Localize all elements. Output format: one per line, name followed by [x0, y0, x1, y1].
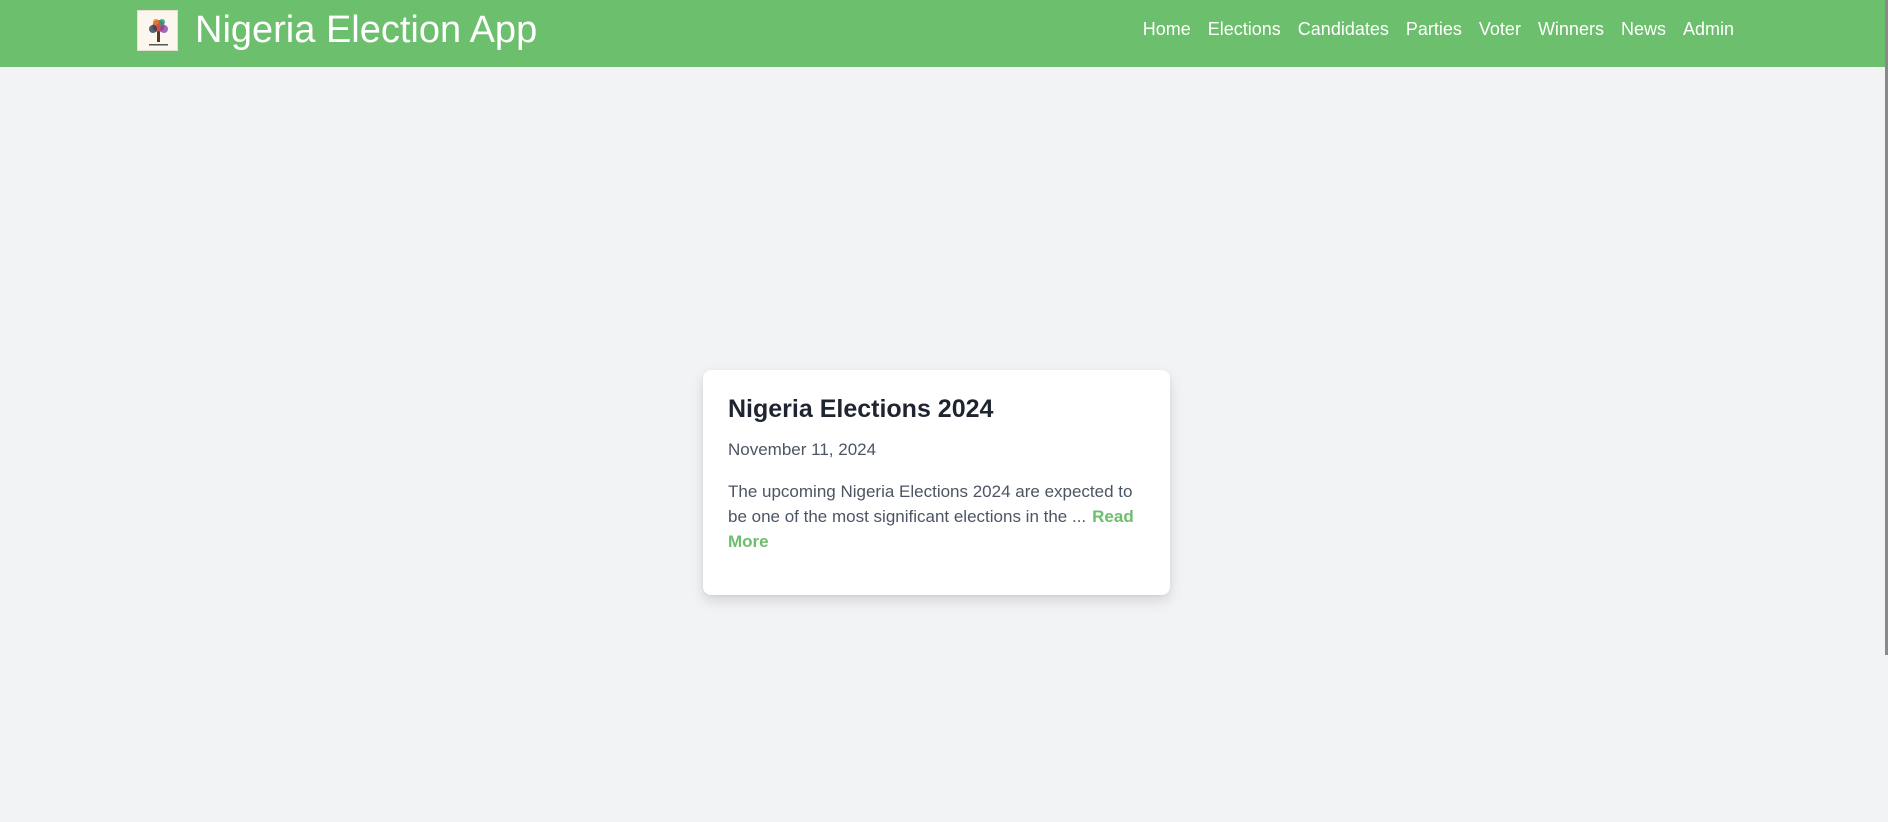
news-excerpt-text: The upcoming Nigeria Elections 2024 are …	[728, 482, 1133, 526]
top-navbar: Nigeria Election App Home Elections Cand…	[0, 0, 1885, 67]
main-nav: Home Elections Candidates Parties Voter …	[1126, 18, 1734, 40]
news-date: November 11, 2024	[728, 440, 877, 459]
nav-candidates[interactable]: Candidates	[1298, 18, 1389, 40]
news-excerpt: The upcoming Nigeria Elections 2024 are …	[728, 479, 1138, 554]
nav-parties[interactable]: Parties	[1406, 18, 1462, 40]
app-title[interactable]: Nigeria Election App	[195, 9, 537, 51]
nav-news[interactable]: News	[1621, 18, 1666, 40]
nav-home[interactable]: Home	[1143, 18, 1191, 40]
brand[interactable]: Nigeria Election App	[137, 9, 537, 51]
news-title: Nigeria Elections 2024	[728, 395, 994, 423]
news-card: Nigeria Elections 2024 November 11, 2024…	[703, 370, 1170, 595]
nav-admin[interactable]: Admin	[1683, 18, 1734, 40]
nav-winners[interactable]: Winners	[1538, 18, 1604, 40]
nav-voter[interactable]: Voter	[1479, 18, 1521, 40]
tree-logo-icon	[137, 9, 178, 51]
nav-elections[interactable]: Elections	[1208, 18, 1281, 40]
